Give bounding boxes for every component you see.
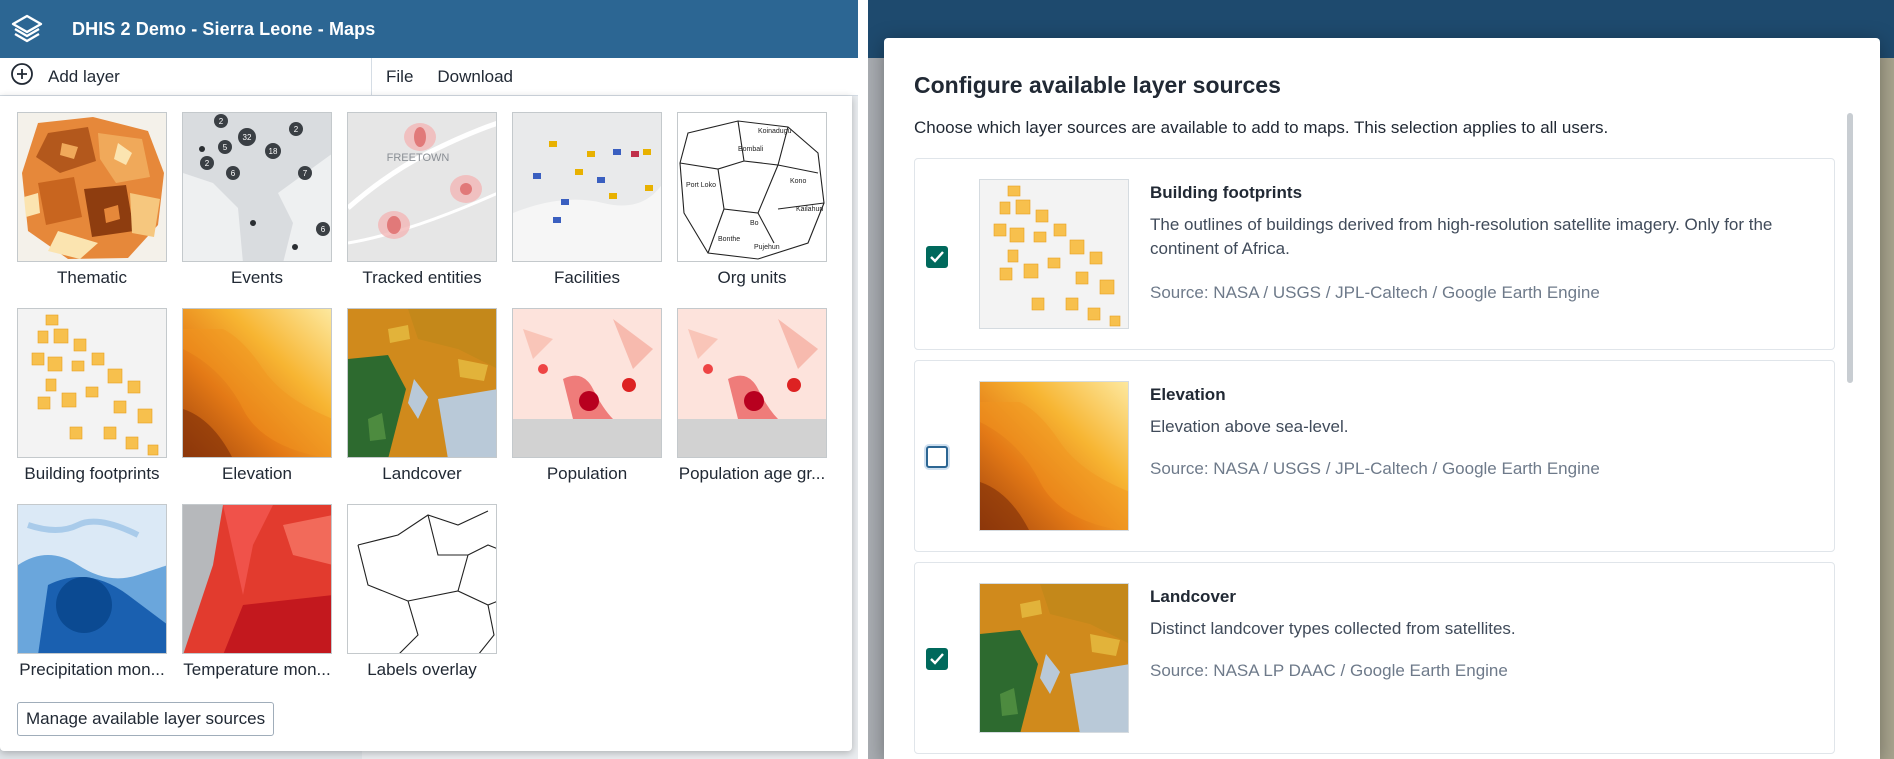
add-layer-popover: Thematic 2 32 2 5 18 2 6 7 6 Events FREE… xyxy=(0,96,852,751)
org-unit-name: Bonthe xyxy=(718,236,740,243)
layer-tile-elevation[interactable]: Elevation xyxy=(182,308,332,493)
toolbar: Add layer File Download xyxy=(0,57,858,96)
elevation-thumbnail xyxy=(979,381,1129,531)
source-attribution: Source: NASA LP DAAC / Google Earth Engi… xyxy=(1150,661,1508,680)
events-count-label: 2 xyxy=(219,117,224,126)
download-menu[interactable]: Download xyxy=(437,67,513,87)
layer-label: Population xyxy=(546,464,628,483)
events-thumbnail: 2 32 2 5 18 2 6 7 6 xyxy=(182,112,332,262)
building-footprints-thumbnail xyxy=(17,308,167,458)
facilities-thumbnail xyxy=(512,112,662,262)
layer-tile-events[interactable]: 2 32 2 5 18 2 6 7 6 Events xyxy=(182,112,332,297)
source-checkbox[interactable] xyxy=(926,446,948,468)
layer-tile-facilities[interactable]: Facilities xyxy=(512,112,662,297)
add-layer-label: Add layer xyxy=(48,66,120,86)
manage-layer-sources-button[interactable]: Manage available layer sources xyxy=(17,702,275,736)
layer-label: Events xyxy=(231,268,283,287)
events-count-label: 5 xyxy=(223,143,228,152)
layer-source-card-building-footprints: Building footprints The outlines of buil… xyxy=(914,158,1835,350)
source-description: Distinct landcover types collected from … xyxy=(1150,619,1516,638)
add-layer-button[interactable]: Add layer xyxy=(0,57,372,96)
app-title: DHIS 2 Demo - Sierra Leone - Maps xyxy=(72,18,376,39)
temperature-thumbnail xyxy=(182,504,332,654)
events-count-label: 2 xyxy=(294,125,299,134)
org-unit-name: Port Loko xyxy=(686,182,716,189)
layer-label: Org units xyxy=(717,268,787,287)
population-thumbnail xyxy=(512,308,662,458)
layer-label: Tracked entities xyxy=(362,268,482,287)
layer-tile-temperature[interactable]: Temperature mon... xyxy=(182,504,332,689)
source-name: Elevation xyxy=(1150,385,1226,404)
maps-app-left: DHIS 2 Demo - Sierra Leone - Maps Add la… xyxy=(0,0,858,759)
org-unit-name: Kailahun xyxy=(796,206,823,213)
landcover-thumbnail xyxy=(347,308,497,458)
checkmark-icon xyxy=(930,251,944,263)
checkmark-icon xyxy=(930,653,944,665)
layer-label: Precipitation mon... xyxy=(19,660,165,679)
window-divider xyxy=(858,0,868,759)
org-unit-name: Bo xyxy=(750,220,759,227)
modal-description: Choose which layer sources are available… xyxy=(914,118,1609,137)
layer-source-list: Building footprints The outlines of buil… xyxy=(914,158,1840,759)
events-count-label: 2 xyxy=(205,159,210,168)
org-unit-name: Kono xyxy=(790,178,806,185)
precipitation-thumbnail xyxy=(17,504,167,654)
layer-source-card-landcover: Landcover Distinct landcover types colle… xyxy=(914,562,1835,754)
header-bar: DHIS 2 Demo - Sierra Leone - Maps xyxy=(0,0,858,58)
source-description: Elevation above sea-level. xyxy=(1150,417,1349,436)
layer-label: Temperature mon... xyxy=(183,660,331,679)
source-name: Landcover xyxy=(1150,587,1236,606)
modal-title: Configure available layer sources xyxy=(914,72,1281,98)
elevation-thumbnail xyxy=(182,308,332,458)
layer-label: Thematic xyxy=(57,268,127,287)
source-attribution: Source: NASA / USGS / JPL-Caltech / Goog… xyxy=(1150,283,1600,302)
layer-label: Elevation xyxy=(222,464,292,483)
org-unit-name: Pujehun xyxy=(754,244,780,251)
building-footprints-thumbnail xyxy=(979,179,1129,329)
dhis2-logo-icon[interactable] xyxy=(8,10,46,48)
layer-label: Labels overlay xyxy=(367,660,477,679)
layer-tile-org-units[interactable]: Koinadugu Port Loko Kono Bombali Kailahu… xyxy=(677,112,827,297)
layer-tile-population-age[interactable]: Population age gr... xyxy=(677,308,827,493)
layer-label: Population age gr... xyxy=(678,464,826,483)
source-attribution: Source: NASA / USGS / JPL-Caltech / Goog… xyxy=(1150,459,1600,478)
landcover-thumbnail xyxy=(979,583,1129,733)
map-edge xyxy=(868,58,884,759)
layer-tile-building-footprints[interactable]: Building footprints xyxy=(17,308,167,493)
maps-app-right: Configure available layer sources Choose… xyxy=(868,0,1894,759)
org-unit-name: Koinadugu xyxy=(758,128,792,135)
layer-tile-precipitation[interactable]: Precipitation mon... xyxy=(17,504,167,689)
layer-tile-tracked-entities[interactable]: FREETOWN Tracked entities xyxy=(347,112,497,297)
file-menu[interactable]: File xyxy=(386,67,413,87)
source-checkbox[interactable] xyxy=(926,246,948,268)
layer-tile-thematic[interactable]: Thematic xyxy=(17,112,167,297)
source-description: The outlines of buildings derived from h… xyxy=(1150,215,1773,258)
events-count-label: 6 xyxy=(321,225,326,234)
add-circle-icon xyxy=(10,62,34,91)
events-count-label: 18 xyxy=(269,147,278,156)
layer-tile-population[interactable]: Population xyxy=(512,308,662,493)
layer-label: Building footprints xyxy=(24,464,160,483)
labels-overlay-thumbnail xyxy=(347,504,497,654)
events-count-label: 7 xyxy=(303,169,308,178)
org-units-thumbnail: Koinadugu Port Loko Kono Bombali Kailahu… xyxy=(677,112,827,262)
layer-label: Facilities xyxy=(553,268,621,287)
configure-layer-sources-modal: Configure available layer sources Choose… xyxy=(884,38,1880,759)
thumb-map-label: FREETOWN xyxy=(387,152,450,164)
events-count-label: 32 xyxy=(243,133,252,142)
tracked-entities-thumbnail: FREETOWN xyxy=(347,112,497,262)
layer-source-card-elevation: Elevation Elevation above sea-level. Sou… xyxy=(914,360,1835,552)
layer-label: Landcover xyxy=(382,464,462,483)
map-edge xyxy=(1880,58,1894,759)
source-checkbox[interactable] xyxy=(926,648,948,670)
thematic-thumbnail xyxy=(17,112,167,262)
population-age-thumbnail xyxy=(677,308,827,458)
events-count-label: 6 xyxy=(231,169,236,178)
scrollbar[interactable] xyxy=(1847,113,1853,383)
org-unit-name: Bombali xyxy=(738,146,764,153)
source-name: Building footprints xyxy=(1150,183,1303,202)
layer-tile-labels-overlay[interactable]: Labels overlay xyxy=(347,504,497,689)
layer-tile-landcover[interactable]: Landcover xyxy=(347,308,497,493)
